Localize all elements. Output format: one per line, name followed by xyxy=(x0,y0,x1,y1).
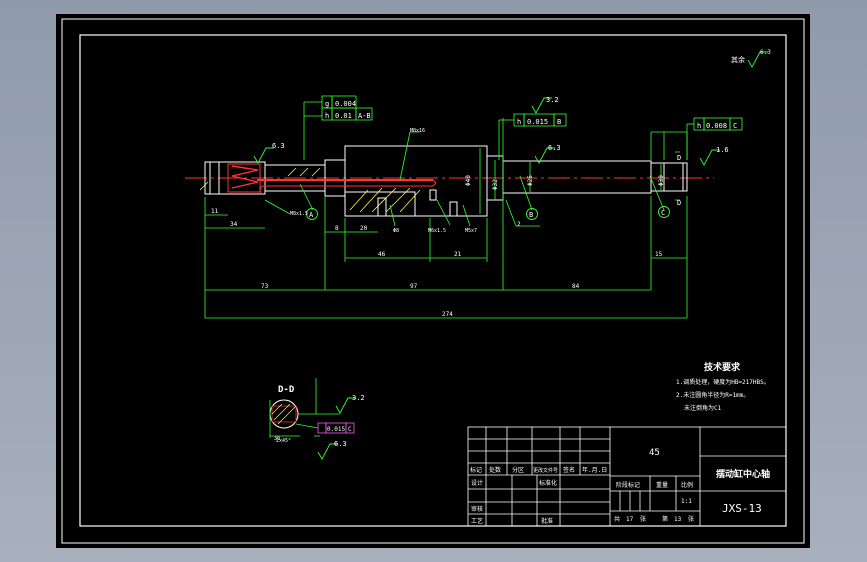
total-label: 共 xyxy=(614,515,620,523)
tol-g-value: 0.004 xyxy=(335,100,356,108)
sheets-label: 张 xyxy=(640,515,646,523)
tol-h1-datum: A-B xyxy=(358,112,371,120)
total-sheets: 17 xyxy=(626,516,634,523)
ra-other-label: 其余 xyxy=(731,55,745,64)
sheet-suffix: 张 xyxy=(688,515,694,523)
scale-value: 1:1 xyxy=(681,498,692,505)
row-label-0: 标记 xyxy=(470,466,482,474)
review-label: 审核 xyxy=(471,505,483,513)
dim-21: 21 xyxy=(454,251,462,258)
dim-small-b: Φ8 xyxy=(393,228,399,234)
tol-sect-datum: C xyxy=(348,426,352,433)
dim-small-f: M5x7 xyxy=(465,228,477,234)
dim-274: 274 xyxy=(442,311,453,318)
dim-15: 15 xyxy=(655,251,663,258)
datum-a: A xyxy=(309,211,314,219)
cut-mark-top: D xyxy=(677,154,681,162)
dim-dia-a: Φ32 xyxy=(492,179,499,190)
dim-11: 11 xyxy=(211,208,219,215)
dim-small-c: M6x1.5 xyxy=(428,228,446,234)
ra-left-value: 6.3 xyxy=(272,142,285,150)
dim-84: 84 xyxy=(572,283,580,290)
cad-drawing: g 0.004 h 0.01 A-B h 0.015 B h 0.008 C 0… xyxy=(61,18,805,544)
tol-h2-value: 0.015 xyxy=(527,118,548,126)
ra-section-a-value: 3.2 xyxy=(352,394,365,402)
row-label-4: 签名 xyxy=(563,466,575,474)
tech-req-title: 技术要求 xyxy=(704,361,741,373)
scale-label: 比例 xyxy=(681,481,693,489)
ra-other-value: 6.3 xyxy=(760,49,771,56)
ra-section-b-value: 6.3 xyxy=(334,440,347,448)
tol-h3-symbol: h xyxy=(697,122,701,130)
tol-h2-datum: B xyxy=(557,118,561,126)
std-label: 标准化 xyxy=(539,479,557,487)
dim-8: 8 xyxy=(335,225,339,232)
tol-h1-value: 0.01 xyxy=(335,112,352,120)
outer-border xyxy=(61,18,805,544)
dim-34: 34 xyxy=(230,221,238,228)
tech-req-line3: 未注倒角为C1 xyxy=(684,404,722,412)
datum-c: C xyxy=(661,209,665,217)
tol-h3-value: 0.008 xyxy=(706,122,727,130)
tol-h2-symbol: h xyxy=(517,118,521,126)
row-label-3: 更改文件号 xyxy=(533,467,558,474)
tol-h1-symbol: h xyxy=(325,112,329,120)
inner-border xyxy=(79,34,787,527)
dim-20: 20 xyxy=(360,225,368,232)
dim-small-d: 2x45° xyxy=(276,438,291,444)
sheet-label: 第 xyxy=(662,515,668,523)
dim-73: 73 xyxy=(261,283,269,290)
material-value: 45 xyxy=(649,448,660,458)
dim-dia-b: Φ25 xyxy=(527,175,534,186)
left-section-hatch xyxy=(227,163,437,195)
tech-req-line2: 2.未注圆角半径为R=1mm。 xyxy=(676,391,749,399)
sheet-number: 13 xyxy=(674,516,682,523)
tol-h3-datum: C xyxy=(733,122,737,130)
row-label-5: 年.月.日 xyxy=(582,466,607,474)
section-label: D-D xyxy=(278,385,295,395)
dim-dia-c: Φ30 xyxy=(658,175,665,186)
dim-97: 97 xyxy=(410,283,418,290)
ra-right-value: 1.6 xyxy=(716,146,729,154)
approve-label: 批准 xyxy=(541,517,553,525)
cut-mark-bottom: D xyxy=(677,199,681,207)
part-name: 摆动缸中心轴 xyxy=(716,468,770,480)
ra-top-value: 3.2 xyxy=(546,96,559,104)
stage-label: 阶段标记 xyxy=(616,481,640,489)
datum-circles xyxy=(306,206,670,220)
tech-req-line1: 1.调质处理，硬度为HB=217HBS。 xyxy=(676,378,770,386)
drawing-number: JXS-13 xyxy=(722,502,762,515)
dim-dia-big: Φ40 xyxy=(465,175,472,186)
dim-small-e: M8x16 xyxy=(410,128,425,134)
datum-b: B xyxy=(529,211,533,219)
process-label: 工艺 xyxy=(471,517,483,525)
row-label-2: 分区 xyxy=(512,466,524,474)
row-label-1: 处数 xyxy=(489,466,501,474)
dim-2: 2 xyxy=(517,221,521,228)
dim-small-a: M8x1.5 xyxy=(290,211,308,217)
weight-label: 重量 xyxy=(656,481,668,489)
tol-g-symbol: g xyxy=(325,100,329,108)
tol-sect-value: 0.015 xyxy=(327,426,345,433)
dim-46: 46 xyxy=(378,251,386,258)
main-body-hatch xyxy=(199,167,421,213)
design-label: 设计 xyxy=(471,479,483,487)
ra-mid-value: 6.3 xyxy=(548,144,561,152)
